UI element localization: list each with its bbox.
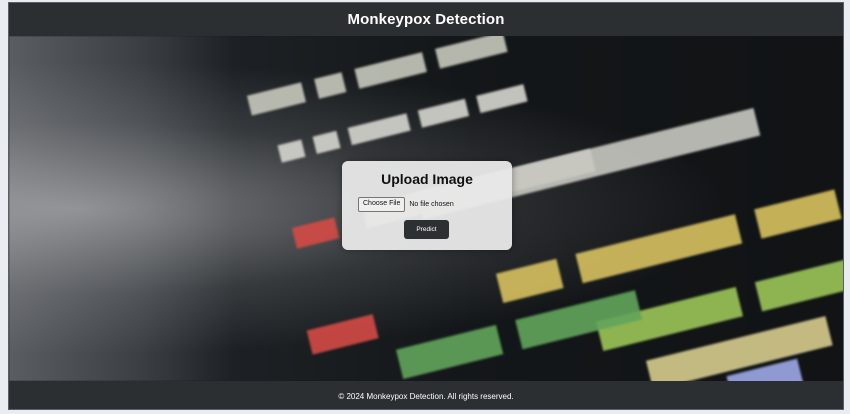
header: Monkeypox Detection	[9, 3, 843, 36]
hero-section: ▆▆▆▆ ▆▆ ▆▆▆▆▆ ▆▆▆▆▆ ▆▆ ▆▆ ▆▆▆▆▆ ▆▆▆▆ ▆▆▆…	[9, 36, 843, 381]
upload-panel: Upload Image Choose File No file chosen …	[342, 161, 512, 250]
file-status-text: No file chosen	[409, 201, 454, 208]
app-window: Monkeypox Detection ▆▆▆▆ ▆▆ ▆▆▆▆▆ ▆▆▆▆▆ …	[8, 2, 844, 410]
upload-title: Upload Image	[381, 171, 473, 187]
footer: © 2024 Monkeypox Detection. All rights r…	[9, 381, 843, 409]
page-title: Monkeypox Detection	[347, 11, 505, 28]
choose-file-button[interactable]: Choose File	[358, 197, 406, 212]
predict-button[interactable]: Predict	[404, 220, 449, 239]
footer-copyright: © 2024 Monkeypox Detection. All rights r…	[338, 391, 514, 401]
file-input-row[interactable]: Choose File No file chosen	[358, 197, 454, 212]
